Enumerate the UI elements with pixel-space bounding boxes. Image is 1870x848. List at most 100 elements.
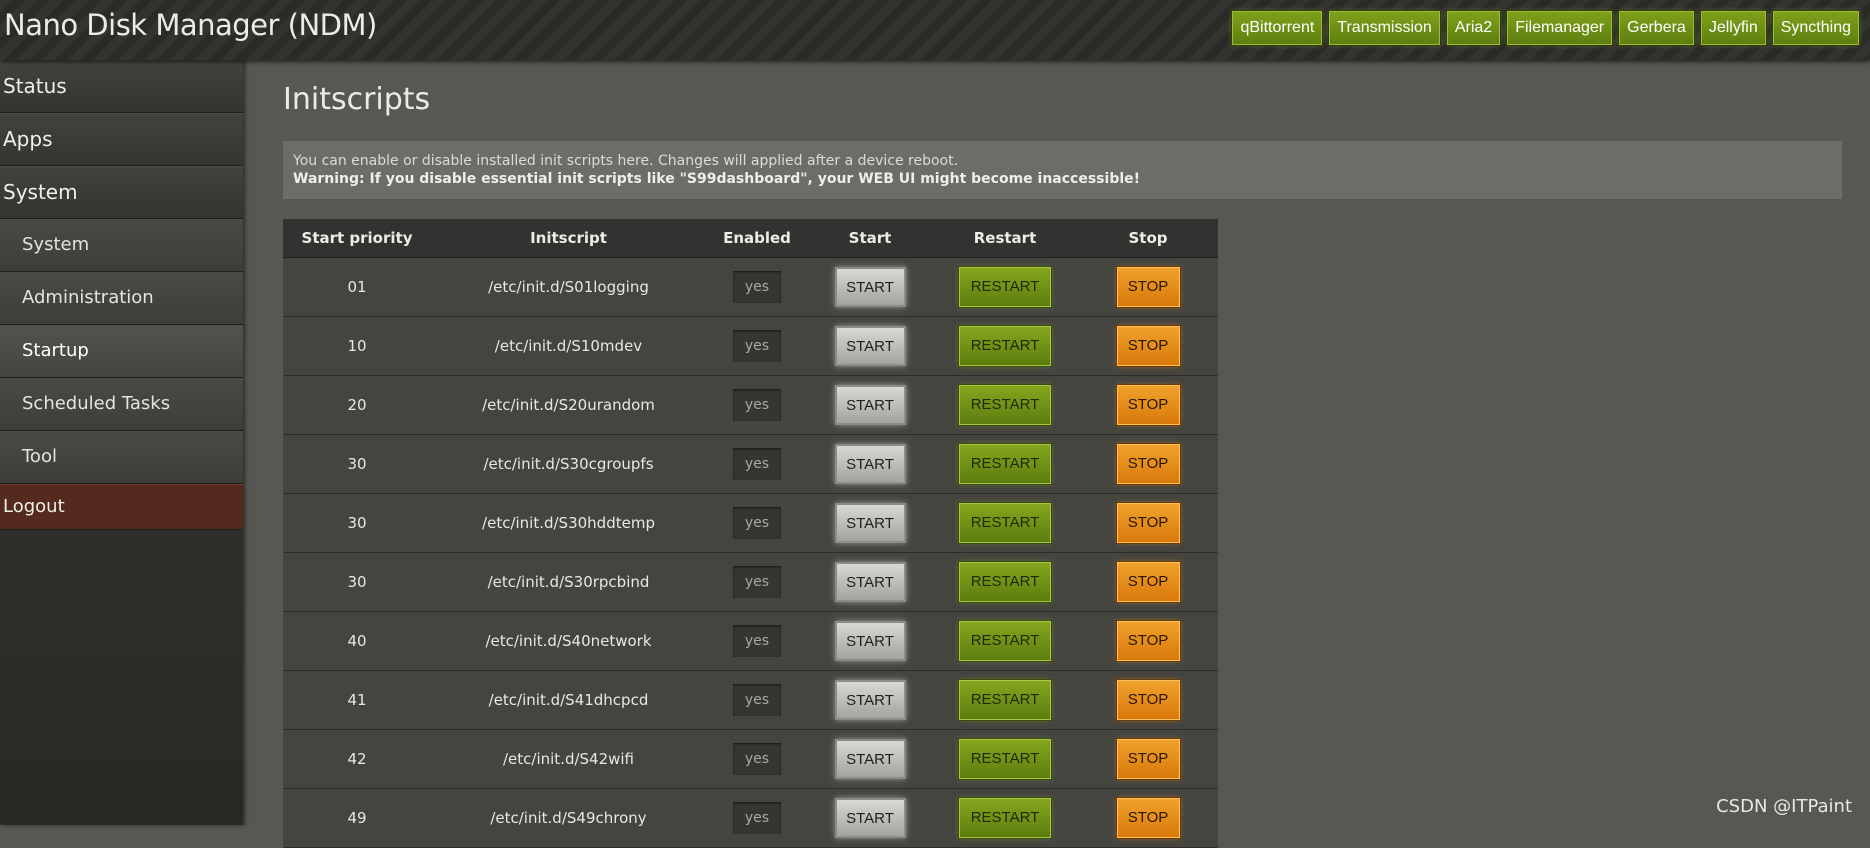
restart-button[interactable]: RESTART <box>959 503 1051 543</box>
notice-text: You can enable or disable installed init… <box>293 153 959 169</box>
stop-button[interactable]: STOP <box>1116 444 1180 484</box>
stop-button[interactable]: STOP <box>1116 680 1180 720</box>
restart-button[interactable]: RESTART <box>959 562 1051 602</box>
app-quicklinks: qBittorrent Transmission Aria2 Filemanag… <box>1232 11 1859 45</box>
enabled-cell: yes <box>706 434 808 494</box>
quicklink-aria2[interactable]: Aria2 <box>1446 11 1501 45</box>
initscript-path: /etc/init.d/S20urandom <box>482 396 655 414</box>
enabled-toggle[interactable]: yes <box>733 566 781 598</box>
restart-cell: RESTART <box>932 729 1078 789</box>
sidebar-subitem-tool[interactable]: Tool <box>0 431 243 484</box>
stop-cell: STOP <box>1078 670 1218 730</box>
restart-button[interactable]: RESTART <box>959 739 1051 779</box>
sidebar-subitem-administration[interactable]: Administration <box>0 272 243 325</box>
sidebar-subitem-system[interactable]: System <box>0 219 243 272</box>
restart-cell: RESTART <box>932 788 1078 848</box>
sidebar-item-system[interactable]: System <box>0 166 243 219</box>
quicklink-gerbera[interactable]: Gerbera <box>1619 11 1694 45</box>
initscript-cell: /etc/init.d/S41dhcpcd <box>431 670 706 730</box>
start-button[interactable]: START <box>834 562 906 602</box>
table-row: 30/etc/init.d/S30hddtemp yes START RESTART S… <box>283 493 1218 553</box>
enabled-toggle[interactable]: yes <box>733 684 781 716</box>
initscript-cell: /etc/init.d/S49chrony <box>431 788 706 848</box>
table-header-row: Start priority Initscript Enabled Start … <box>283 219 1218 258</box>
sidebar-subitem-scheduled-tasks[interactable]: Scheduled Tasks <box>0 378 243 431</box>
restart-button[interactable]: RESTART <box>959 621 1051 661</box>
start-cell: START <box>808 729 932 789</box>
enabled-toggle[interactable]: yes <box>733 330 781 362</box>
stop-cell: STOP <box>1078 434 1218 494</box>
info-notice: You can enable or disable installed init… <box>283 141 1842 199</box>
restart-button[interactable]: RESTART <box>959 680 1051 720</box>
stop-button[interactable]: STOP <box>1116 621 1180 661</box>
priority-value: 01 <box>347 278 367 296</box>
enabled-toggle[interactable]: yes <box>733 802 781 834</box>
logout-button[interactable]: Logout <box>0 484 243 530</box>
restart-button[interactable]: RESTART <box>959 326 1051 366</box>
restart-cell: RESTART <box>932 493 1078 553</box>
initscript-cell: /etc/init.d/S30hddtemp <box>431 493 706 553</box>
enabled-toggle[interactable]: yes <box>733 448 781 480</box>
initscript-path: /etc/init.d/S42wifi <box>502 750 635 768</box>
start-button[interactable]: START <box>834 621 906 661</box>
start-button[interactable]: START <box>834 739 906 779</box>
start-button[interactable]: START <box>834 798 906 838</box>
start-button[interactable]: START <box>834 503 906 543</box>
col-restart: Restart <box>932 219 1078 258</box>
quicklink-qbittorrent[interactable]: qBittorrent <box>1232 11 1323 45</box>
priority-value: 42 <box>347 750 367 768</box>
start-button[interactable]: START <box>834 385 906 425</box>
quicklink-transmission[interactable]: Transmission <box>1329 11 1440 45</box>
sidebar-item-status[interactable]: Status <box>0 60 243 113</box>
restart-cell: RESTART <box>932 375 1078 435</box>
stop-cell: STOP <box>1078 729 1218 789</box>
enabled-toggle[interactable]: yes <box>733 389 781 421</box>
start-button[interactable]: START <box>834 680 906 720</box>
notice-warning: Warning: If you disable essential init s… <box>293 171 1141 187</box>
stop-button[interactable]: STOP <box>1116 326 1180 366</box>
enabled-cell: yes <box>706 493 808 553</box>
quicklink-syncthing[interactable]: Syncthing <box>1772 11 1859 45</box>
initscript-path: /etc/init.d/S01logging <box>488 278 649 296</box>
table-row: 49/etc/init.d/S49chrony yes START RESTART ST… <box>283 788 1218 848</box>
restart-button[interactable]: RESTART <box>959 385 1051 425</box>
start-button[interactable]: START <box>834 326 906 366</box>
enabled-cell: yes <box>706 257 808 317</box>
initscript-path: /etc/init.d/S30cgroupfs <box>483 455 654 473</box>
start-button[interactable]: START <box>834 444 906 484</box>
priority-cell: 20 <box>283 375 431 435</box>
enabled-toggle[interactable]: yes <box>733 743 781 775</box>
start-cell: START <box>808 257 932 317</box>
page-title: Initscripts <box>283 82 431 117</box>
initscript-path: /etc/init.d/S30hddtemp <box>482 514 655 532</box>
quicklink-jellyfin[interactable]: Jellyfin <box>1700 11 1766 45</box>
sidebar-subitem-startup[interactable]: Startup <box>0 325 243 378</box>
enabled-toggle[interactable]: yes <box>733 625 781 657</box>
start-cell: START <box>808 788 932 848</box>
stop-button[interactable]: STOP <box>1116 385 1180 425</box>
quicklink-filemanager[interactable]: Filemanager <box>1507 11 1613 45</box>
table-row: 20/etc/init.d/S20urandom yes START RESTART S… <box>283 375 1218 435</box>
table-row: 10/etc/init.d/S10mdev yes START RESTART STOP <box>283 316 1218 376</box>
sidebar-item-apps[interactable]: Apps <box>0 113 243 166</box>
restart-cell: RESTART <box>932 434 1078 494</box>
initscripts-table: Start priority Initscript Enabled Start … <box>283 219 1218 848</box>
start-button[interactable]: START <box>834 267 906 307</box>
enabled-toggle[interactable]: yes <box>733 507 781 539</box>
start-cell: START <box>808 375 932 435</box>
stop-button[interactable]: STOP <box>1116 739 1180 779</box>
stop-button[interactable]: STOP <box>1116 267 1180 307</box>
priority-value: 41 <box>347 691 367 709</box>
stop-button[interactable]: STOP <box>1116 503 1180 543</box>
stop-button[interactable]: STOP <box>1116 562 1180 602</box>
restart-button[interactable]: RESTART <box>959 444 1051 484</box>
initscript-cell: /etc/init.d/S42wifi <box>431 729 706 789</box>
restart-cell: RESTART <box>932 257 1078 317</box>
stop-button[interactable]: STOP <box>1116 798 1180 838</box>
initscript-path: /etc/init.d/S40network <box>485 632 652 650</box>
restart-button[interactable]: RESTART <box>959 798 1051 838</box>
enabled-toggle[interactable]: yes <box>733 271 781 303</box>
enabled-cell: yes <box>706 552 808 612</box>
stop-cell: STOP <box>1078 375 1218 435</box>
restart-button[interactable]: RESTART <box>959 267 1051 307</box>
